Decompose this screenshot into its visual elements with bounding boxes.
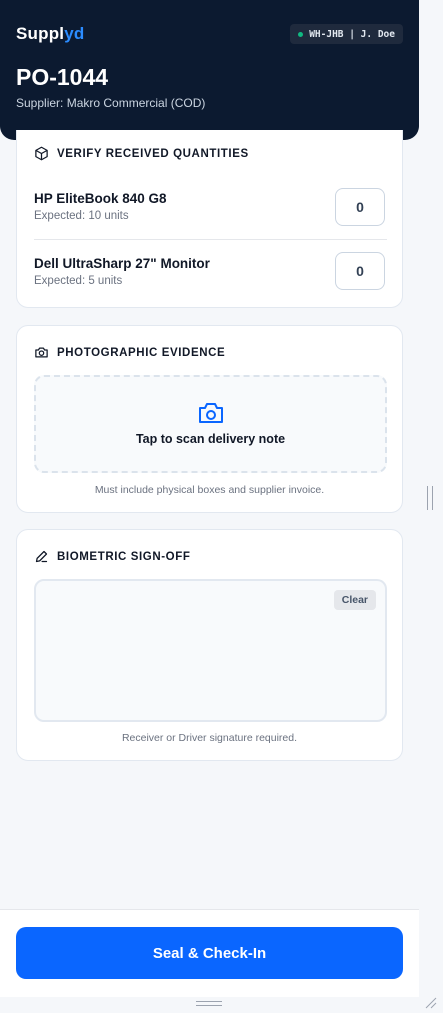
supplier-label: Supplier: Makro Commercial (COD) bbox=[16, 96, 206, 110]
verify-quantities-card: VERIFY RECEIVED QUANTITIES HP EliteBook … bbox=[16, 130, 403, 308]
photo-helper-text: Must include physical boxes and supplier… bbox=[94, 484, 325, 496]
brand-accent: yd bbox=[64, 24, 85, 43]
box-icon bbox=[35, 146, 48, 161]
photographic-evidence-card: PHOTOGRAPHIC EVIDENCE Tap to scan delive… bbox=[16, 325, 403, 513]
signature-pad[interactable]: Clear bbox=[34, 579, 387, 722]
side-resize-handle[interactable] bbox=[427, 486, 433, 510]
clear-signature-button[interactable]: Clear bbox=[333, 590, 376, 610]
verify-section-title: VERIFY RECEIVED QUANTITIES bbox=[57, 147, 249, 160]
brand-logo: Supplyd bbox=[16, 24, 84, 44]
page-title: PO-1044 bbox=[16, 64, 109, 90]
scan-label: Tap to scan delivery note bbox=[135, 432, 286, 446]
context-label: WH-JHB | J. Doe bbox=[309, 28, 395, 40]
warehouse-user-badge: WH-JHB | J. Doe bbox=[290, 24, 403, 44]
quantity-input[interactable]: 0 bbox=[335, 188, 385, 226]
quantity-input[interactable]: 0 bbox=[335, 252, 385, 290]
app-header: Supplyd WH-JHB | J. Doe PO-1044 Supplier… bbox=[0, 0, 419, 140]
biometric-signoff-card: BIOMETRIC SIGN-OFF Clear Receiver or Dri… bbox=[16, 529, 403, 761]
divider bbox=[34, 239, 387, 240]
bottom-drag-handle[interactable] bbox=[196, 1001, 222, 1006]
camera-icon bbox=[198, 403, 223, 423]
brand-prefix: Suppl bbox=[16, 24, 65, 43]
pen-icon bbox=[35, 550, 48, 563]
scan-delivery-note-dropzone[interactable]: Tap to scan delivery note bbox=[34, 375, 387, 473]
signoff-section-header: BIOMETRIC SIGN-OFF bbox=[34, 549, 190, 564]
seal-check-in-button[interactable]: Seal & Check-In bbox=[16, 927, 403, 979]
camera-icon bbox=[35, 347, 48, 358]
resize-grip-icon[interactable] bbox=[423, 995, 437, 1009]
online-status-icon bbox=[298, 31, 304, 37]
signoff-section-title: BIOMETRIC SIGN-OFF bbox=[57, 550, 191, 563]
action-footer: Seal & Check-In bbox=[0, 909, 419, 997]
verify-section-header: VERIFY RECEIVED QUANTITIES bbox=[34, 146, 249, 161]
photo-section-header: PHOTOGRAPHIC EVIDENCE bbox=[34, 345, 225, 360]
signoff-helper-text: Receiver or Driver signature required. bbox=[121, 732, 298, 744]
photo-section-title: PHOTOGRAPHIC EVIDENCE bbox=[57, 346, 226, 359]
